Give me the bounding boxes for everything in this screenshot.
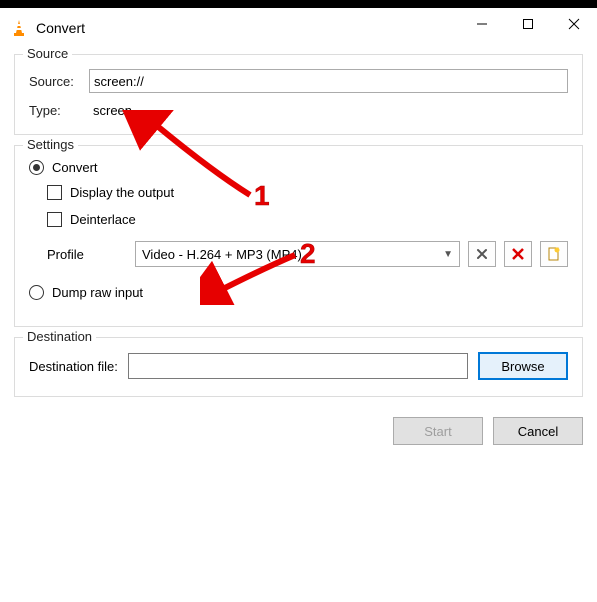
- deinterlace-checkbox[interactable]: [47, 212, 62, 227]
- dump-raw-radio[interactable]: [29, 285, 44, 300]
- settings-legend: Settings: [23, 137, 78, 152]
- window-title: Convert: [36, 20, 459, 36]
- close-button[interactable]: [551, 8, 597, 40]
- deinterlace-label: Deinterlace: [70, 212, 136, 227]
- delete-icon: [512, 248, 524, 260]
- close-icon: [568, 18, 580, 30]
- tools-icon: [475, 247, 489, 261]
- new-profile-button[interactable]: [540, 241, 568, 267]
- vlc-cone-icon: [10, 19, 28, 37]
- type-label: Type:: [29, 103, 89, 118]
- source-legend: Source: [23, 46, 72, 61]
- settings-group: Settings Convert Display the output Dein…: [14, 145, 583, 327]
- edit-profile-button[interactable]: [468, 241, 496, 267]
- profile-select[interactable]: Video - H.264 + MP3 (MP4) ▼: [135, 241, 460, 267]
- window-controls: [459, 8, 597, 48]
- source-input[interactable]: [89, 69, 568, 93]
- dump-raw-label: Dump raw input: [52, 285, 143, 300]
- new-file-icon: [547, 247, 561, 261]
- minimize-icon: [476, 18, 488, 30]
- dump-raw-radio-row[interactable]: Dump raw input: [29, 285, 568, 300]
- start-button[interactable]: Start: [393, 417, 483, 445]
- display-output-checkbox[interactable]: [47, 185, 62, 200]
- profile-value: Video - H.264 + MP3 (MP4): [142, 247, 302, 262]
- cancel-button[interactable]: Cancel: [493, 417, 583, 445]
- type-value: screen: [89, 103, 132, 118]
- source-label: Source:: [29, 74, 89, 89]
- convert-radio-row[interactable]: Convert: [29, 160, 568, 175]
- display-output-row[interactable]: Display the output: [47, 185, 568, 200]
- convert-label: Convert: [52, 160, 98, 175]
- delete-profile-button[interactable]: [504, 241, 532, 267]
- browse-button[interactable]: Browse: [478, 352, 568, 380]
- maximize-button[interactable]: [505, 8, 551, 40]
- dialog-footer: Start Cancel: [0, 407, 597, 445]
- convert-radio[interactable]: [29, 160, 44, 175]
- maximize-icon: [522, 18, 534, 30]
- deinterlace-row[interactable]: Deinterlace: [47, 212, 568, 227]
- destination-file-input[interactable]: [128, 353, 468, 379]
- destination-group: Destination Destination file: Browse: [14, 337, 583, 397]
- display-output-label: Display the output: [70, 185, 174, 200]
- minimize-button[interactable]: [459, 8, 505, 40]
- source-group: Source Source: Type: screen: [14, 54, 583, 135]
- profile-label: Profile: [47, 247, 127, 262]
- destination-file-label: Destination file:: [29, 359, 118, 374]
- titlebar: Convert: [0, 0, 597, 48]
- chevron-down-icon: ▼: [443, 249, 453, 260]
- destination-legend: Destination: [23, 329, 96, 344]
